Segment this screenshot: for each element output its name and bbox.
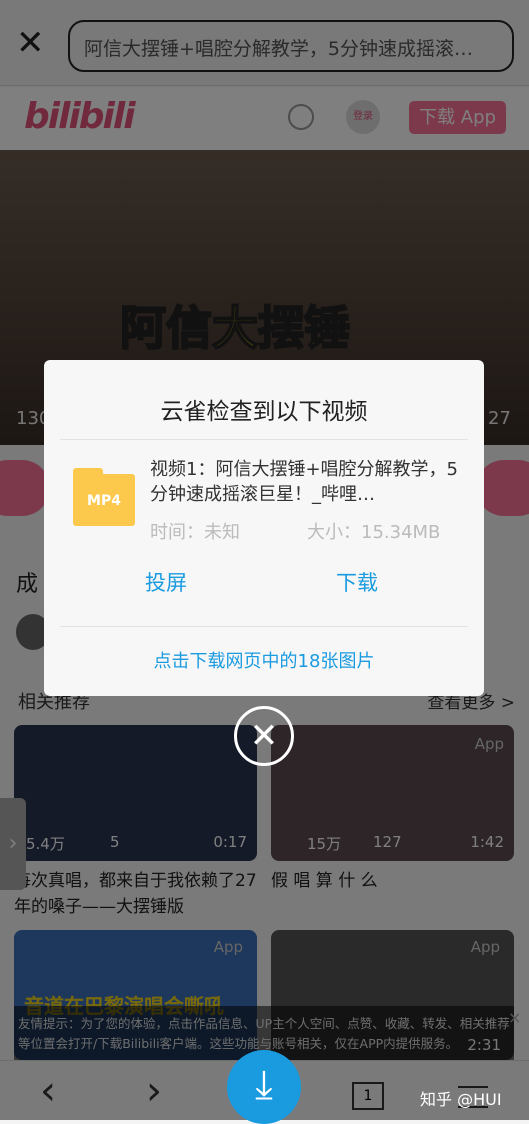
cast-button[interactable]: 投屏 — [145, 567, 187, 597]
download-icon: ⤓ — [255, 1062, 273, 1108]
watermark: 知乎 @HUI — [420, 1090, 502, 1109]
download-button[interactable]: 下载 — [336, 567, 378, 597]
download-images-link[interactable]: 点击下载网页中的18张图片 — [44, 647, 484, 673]
dialog-close-icon[interactable]: ✕ — [234, 706, 294, 766]
divider — [60, 439, 468, 440]
video-time: 时间：未知 — [150, 522, 240, 543]
video-size: 大小：15.34MB — [307, 522, 441, 543]
dialog-title: 云雀检查到以下视频 — [160, 399, 368, 425]
download-fab[interactable]: ⤓ — [227, 1050, 301, 1124]
mp4-folder-icon: MP4 — [73, 468, 135, 526]
video-name: 视频1：阿信大摆锤+唱腔分解教学，5分钟速成摇滚巨星！_哔哩… — [150, 459, 458, 505]
divider — [60, 626, 468, 627]
video-detected-dialog: 云雀检查到以下视频 MP4 视频1：阿信大摆锤+唱腔分解教学，5分钟速成摇滚巨星… — [44, 360, 484, 696]
